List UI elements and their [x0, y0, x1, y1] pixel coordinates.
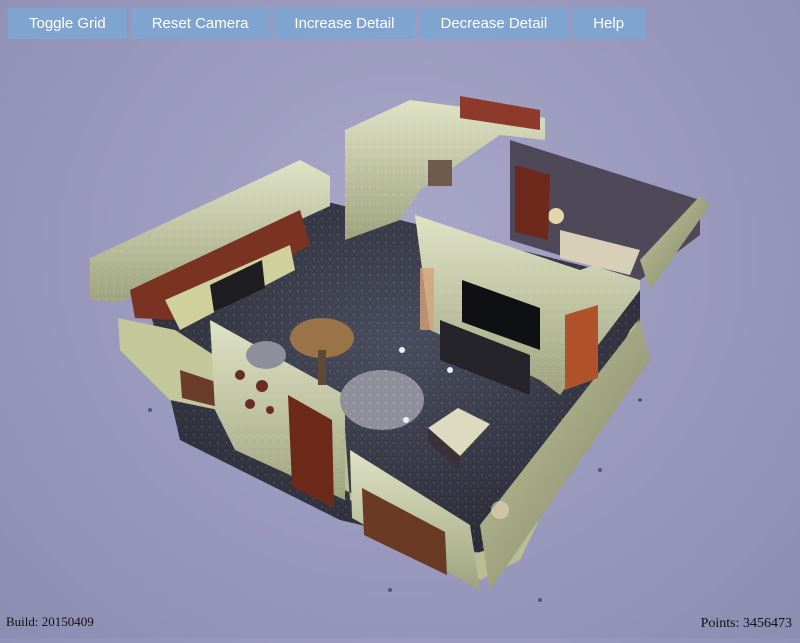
toggle-grid-button[interactable]: Toggle Grid: [8, 8, 127, 39]
point-cloud-render: [90, 96, 710, 602]
points-count: Points: 3456473: [700, 616, 792, 631]
toolbar: Toggle Grid Reset Camera Increase Detail…: [8, 8, 646, 39]
decrease-detail-button[interactable]: Decrease Detail: [419, 8, 569, 39]
reset-camera-button[interactable]: Reset Camera: [130, 8, 270, 39]
point-cloud-viewport[interactable]: [0, 0, 800, 638]
increase-detail-button[interactable]: Increase Detail: [273, 8, 416, 39]
wall-art: [565, 305, 598, 390]
build-label: Build: 20150409: [6, 614, 94, 629]
help-button[interactable]: Help: [572, 8, 646, 39]
